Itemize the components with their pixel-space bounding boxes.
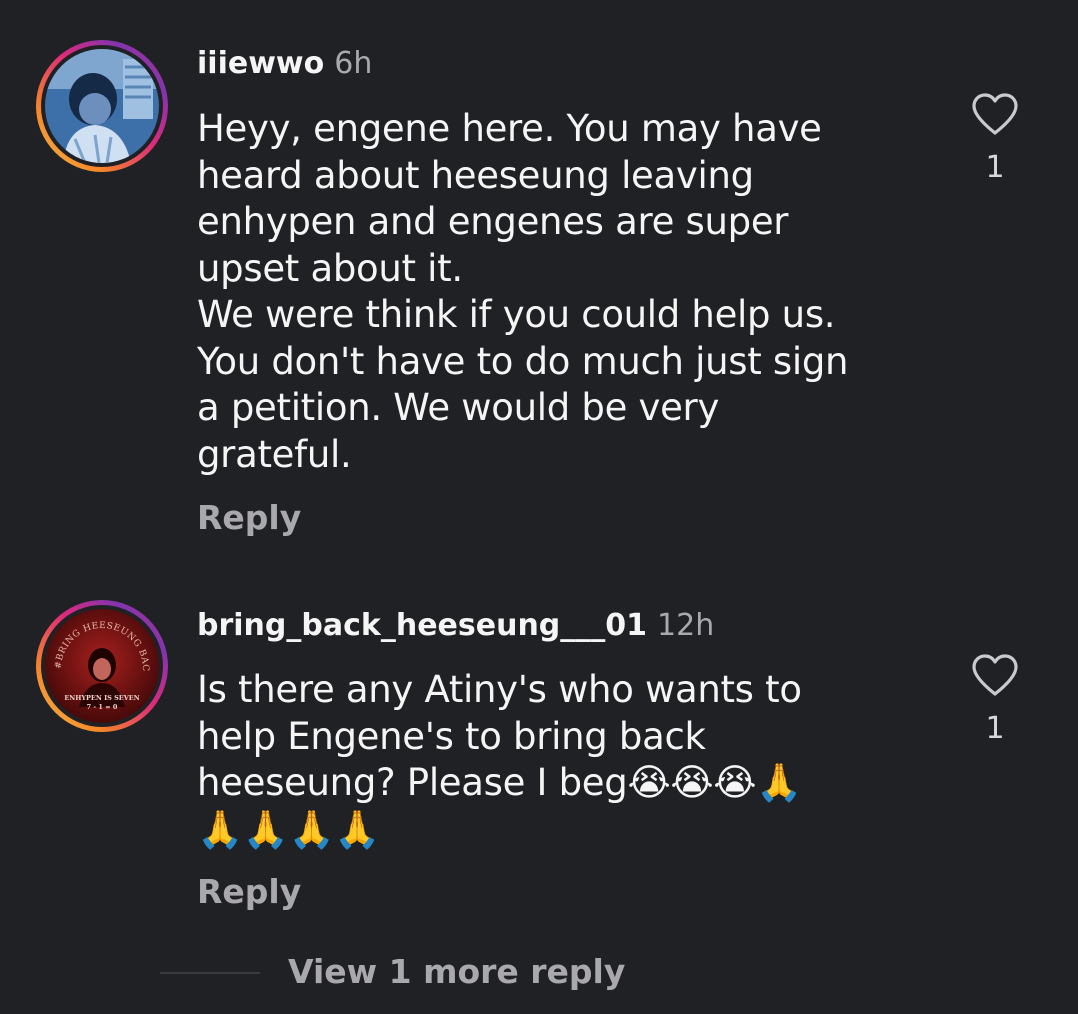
comment-header: iiiewwo 6h <box>197 46 372 82</box>
avatar-image: #BRING HEESEUNG BACK ENHYPEN IS SEVEN 7 … <box>45 609 159 723</box>
avatar <box>45 49 159 163</box>
comment-line: grateful. <box>197 432 352 476</box>
comment-line: heeseung? Please I beg😭😭😭🙏 <box>197 761 803 804</box>
view-more-replies[interactable]: View 1 more reply <box>160 950 625 996</box>
avatar-image <box>45 49 159 163</box>
timestamp: 12h <box>657 608 715 643</box>
timestamp: 6h <box>334 46 373 81</box>
avatar-caption: ENHYPEN IS SEVEN <box>64 694 139 702</box>
comment-line: heard about heeseung leaving <box>197 153 754 197</box>
divider <box>160 972 260 974</box>
comment-line: You don't have to do much just sign <box>197 339 849 383</box>
comment-header: bring_back_heeseung___01 12h <box>197 608 714 644</box>
avatar-story-ring[interactable]: #BRING HEESEUNG BACK ENHYPEN IS SEVEN 7 … <box>36 600 168 732</box>
comment-line: upset about it. <box>197 246 463 290</box>
comment-line: a petition. We would be very <box>197 386 720 429</box>
comment-text: Heyy, engene here. You may have heard ab… <box>197 106 917 478</box>
like-count: 1 <box>985 711 1005 746</box>
comment-line: Heyy, engene here. You may have <box>197 107 822 150</box>
comment-line: help Engene's to bring back <box>197 714 706 758</box>
comment-line: Is there any Atiny's who wants to <box>197 668 802 711</box>
comment-line: enhypen and engenes are super <box>197 200 789 243</box>
username[interactable]: iiiewwo <box>197 46 324 81</box>
avatar-story-ring[interactable] <box>36 40 168 172</box>
like-button[interactable]: 1 <box>966 92 1024 185</box>
avatar-caption-equation: 7 - 1 = 0 <box>87 703 118 711</box>
like-count: 1 <box>985 150 1005 185</box>
comment-text: Is there any Atiny's who wants to help E… <box>197 667 917 853</box>
heart-outline-icon <box>972 654 1018 696</box>
comment-line: 🙏🙏🙏🙏 <box>197 807 381 851</box>
like-button[interactable]: 1 <box>966 653 1024 746</box>
view-more-replies-button[interactable]: View 1 more reply <box>288 952 625 992</box>
reply-button[interactable]: Reply <box>197 872 301 912</box>
username[interactable]: bring_back_heeseung___01 <box>197 608 647 643</box>
reply-button[interactable]: Reply <box>197 498 301 538</box>
avatar: #BRING HEESEUNG BACK ENHYPEN IS SEVEN 7 … <box>45 609 159 723</box>
heart-outline-icon <box>972 93 1018 135</box>
comment-line: We were think if you could help us. <box>197 293 836 336</box>
